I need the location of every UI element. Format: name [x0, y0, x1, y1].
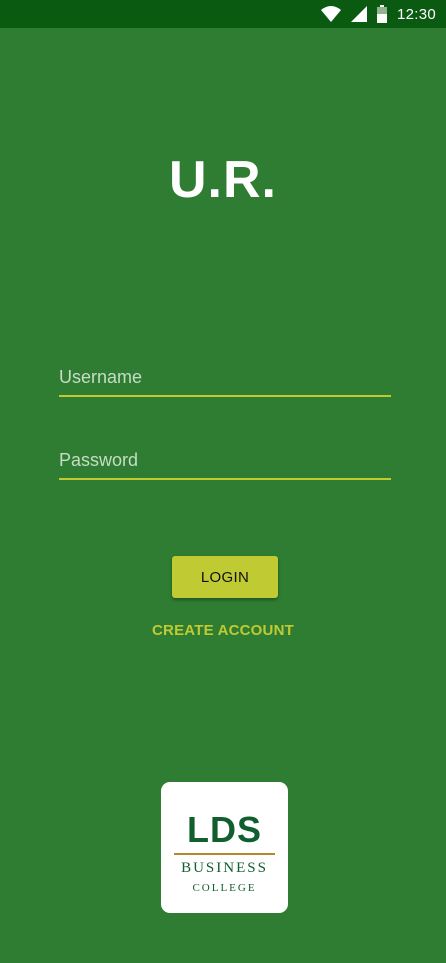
college-logo: LDS BUSINESS COLLEGE [161, 782, 288, 913]
wifi-icon [320, 6, 341, 22]
password-input[interactable] [59, 442, 391, 478]
cell-signal-icon [350, 6, 367, 22]
status-icons: 12:30 [320, 3, 436, 25]
battery-icon [376, 5, 387, 23]
password-field[interactable] [59, 442, 391, 480]
logo-divider [174, 853, 275, 855]
app-title: U.R. [169, 151, 277, 209]
username-input[interactable] [59, 359, 391, 395]
create-account-link[interactable]: CREATE ACCOUNT [0, 622, 446, 639]
login-button[interactable]: LOGIN [172, 556, 278, 598]
username-field[interactable] [59, 359, 391, 397]
logo-line-college: COLLEGE [192, 882, 257, 894]
status-bar: 12:30 [0, 0, 446, 28]
logo-mark: LDS [187, 809, 262, 850]
status-clock: 12:30 [396, 5, 436, 23]
logo-line-business: BUSINESS [181, 860, 268, 876]
